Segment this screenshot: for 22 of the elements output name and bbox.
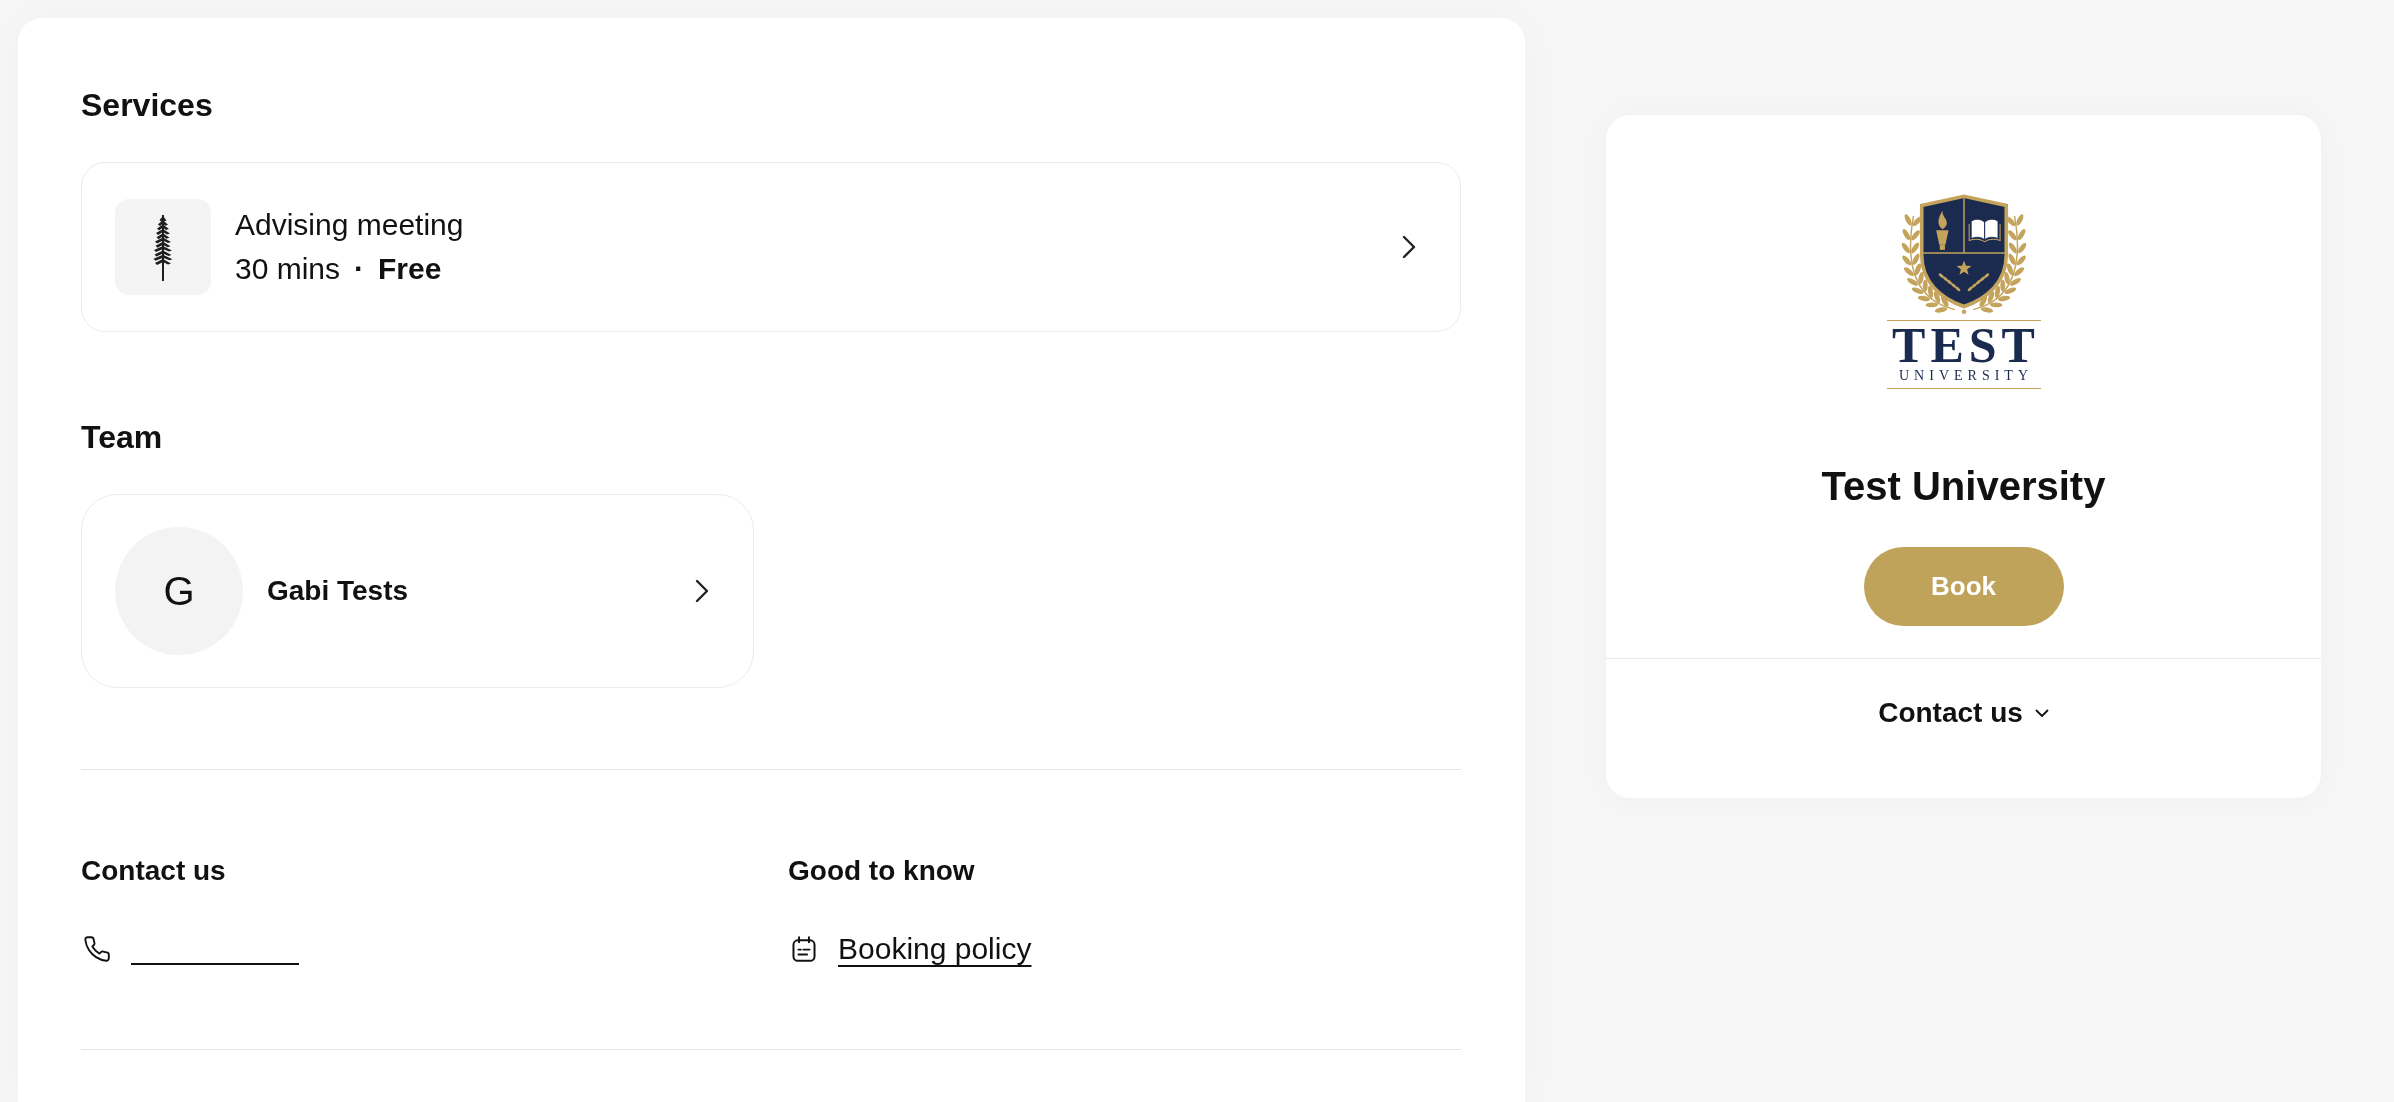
member-avatar: G bbox=[115, 527, 243, 655]
section-heading: Services bbox=[81, 87, 214, 123]
logo-wordmark: TEST bbox=[1892, 323, 2040, 367]
service-card[interactable]: Advising meeting 30 mins · Free bbox=[81, 162, 1461, 332]
member-name: Gabi Tests bbox=[267, 574, 410, 608]
logo-subtitle: UNIVERSITY bbox=[1899, 367, 2033, 385]
team-member-card[interactable]: G Gabi Tests bbox=[81, 494, 754, 688]
booking-policy-link[interactable]: Booking policy bbox=[838, 931, 1032, 967]
section-heading: Team bbox=[81, 419, 164, 455]
chevron-right-icon bbox=[695, 579, 709, 603]
service-duration: 30 mins bbox=[235, 251, 341, 287]
service-title: Advising meeting bbox=[235, 207, 465, 243]
tree-icon bbox=[115, 199, 211, 295]
section-heading: Contact us bbox=[81, 854, 227, 888]
dot-separator: · bbox=[354, 251, 365, 287]
section-heading: Good to know bbox=[788, 854, 976, 888]
organization-name: Test University bbox=[1821, 463, 2106, 510]
calendar-icon bbox=[791, 936, 817, 962]
contact-us-toggle[interactable]: Contact us bbox=[1878, 695, 2049, 731]
phone-icon bbox=[84, 936, 110, 962]
service-price: Free bbox=[378, 251, 442, 287]
chevron-right-icon bbox=[1402, 235, 1416, 259]
